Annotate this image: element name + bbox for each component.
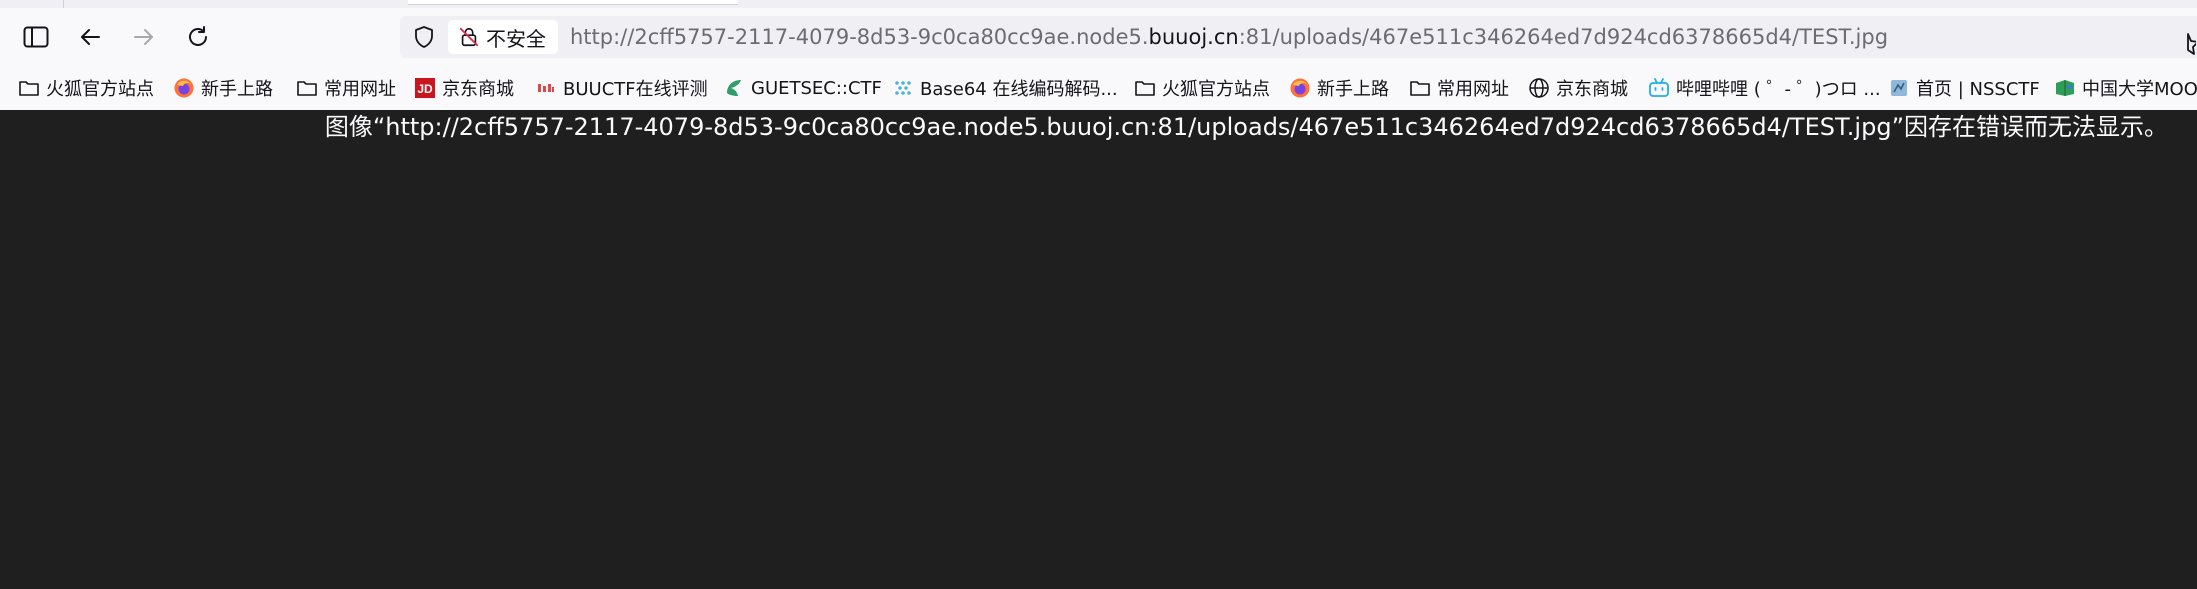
url-suffix: :81/uploads/467e511c346264ed7d924cd63786… [1238,25,1889,49]
bookmark-label: 常用网址 [1437,79,1509,100]
navigation-toolbar: 不安全 http://2cff5757-2117-4079-8d53-9c0ca… [0,8,2197,66]
bookmark-item[interactable]: 火狐官方站点 [1134,66,1270,110]
jd-icon: JD [414,77,436,99]
active-tab[interactable] [408,0,738,5]
bookmark-item[interactable]: 新手上路 [173,66,273,110]
bookmark-item[interactable]: 常用网址 [1409,66,1509,110]
bookmark-label: 新手上路 [201,79,273,100]
buuctf-icon [535,77,557,99]
bookmark-label: 火狐官方站点 [46,79,154,100]
bookmark-item[interactable]: 新手上路 [1289,66,1389,110]
arrow-right-icon [134,29,153,45]
tab-divider [63,0,64,8]
mooc-icon [2054,77,2076,99]
connection-not-secure-button[interactable]: 不安全 [448,20,558,54]
folder-icon [18,77,40,99]
bookmark-label: 中国大学MOOC [2082,79,2197,100]
firefox-icon [173,77,195,99]
bookmark-item[interactable]: Base64 在线编码解码... [892,66,1118,110]
bookmark-label: 火狐官方站点 [1162,79,1270,100]
bookmark-item[interactable]: 首页 | NSSCTF [1888,66,2040,110]
security-label: 不安全 [486,26,546,51]
url-text[interactable]: http://2cff5757-2117-4079-8d53-9c0ca80cc… [570,16,1888,58]
reload-button[interactable] [182,21,214,53]
shield-icon[interactable] [412,25,436,49]
bookmark-label: BUUCTF在线评测 [563,79,708,100]
bookmark-star-icon[interactable] [2176,33,2196,55]
bookmark-label: 新手上路 [1317,79,1389,100]
bookmark-item[interactable]: 常用网址 [296,66,396,110]
image-error-message: 图像“http://2cff5757-2117-4079-8d53-9c0ca8… [324,113,2168,141]
bookmark-label: GUETSEC::CTF [751,77,882,99]
bookmark-item[interactable]: 京东商城 [1528,66,1628,110]
bookmark-label: 常用网址 [324,79,396,100]
page-content: 图像“http://2cff5757-2117-4079-8d53-9c0ca8… [0,110,2197,589]
svg-text:JD: JD [417,82,433,96]
folder-icon [1134,77,1156,99]
sidebar-toggle-button[interactable] [20,21,52,53]
reload-icon [189,26,207,46]
bookmark-label: 首页 | NSSCTF [1916,79,2040,100]
bilibili-icon [1648,77,1670,99]
nssctf-icon [1888,77,1910,99]
url-prefix: http://2cff5757-2117-4079-8d53-9c0ca80cc… [570,25,1149,49]
folder-icon [296,77,318,99]
bookmark-item[interactable]: 哔哩哔哩 ( ゜- ゜)つロ ... [1648,66,1881,110]
url-bar[interactable]: 不安全 http://2cff5757-2117-4079-8d53-9c0ca… [400,16,2197,58]
guetsec-icon [723,77,745,99]
arrow-left-icon [81,29,100,45]
bookmarks-toolbar: 火狐官方站点 新手上路 常用网址 JD 京东商城 BUUCTF在线评测 GUET… [0,66,2197,111]
bookmark-item[interactable]: 火狐官方站点 [18,66,154,110]
forward-button[interactable] [128,21,160,53]
back-button[interactable] [74,21,106,53]
bookmark-item[interactable]: GUETSEC::CTF [723,66,882,110]
insecure-lock-icon [459,27,479,47]
bookmark-label: Base64 在线编码解码... [920,79,1118,100]
bookmark-label: 京东商城 [1556,79,1628,100]
url-domain: buuoj.cn [1148,25,1239,49]
bookmark-item[interactable]: JD 京东商城 [414,66,514,110]
firefox-icon [1289,77,1311,99]
folder-icon [1409,77,1431,99]
sidebar-icon [23,26,49,48]
bookmark-item[interactable]: BUUCTF在线评测 [535,66,708,110]
tab-strip [0,0,2197,8]
bookmark-label: 哔哩哔哩 ( ゜- ゜)つロ ... [1676,79,1881,100]
bookmark-label: 京东商城 [442,79,514,100]
globe-icon [1528,77,1550,99]
bookmark-item[interactable]: 中国大学MOOC [2054,66,2197,110]
base64-icon [892,77,914,99]
